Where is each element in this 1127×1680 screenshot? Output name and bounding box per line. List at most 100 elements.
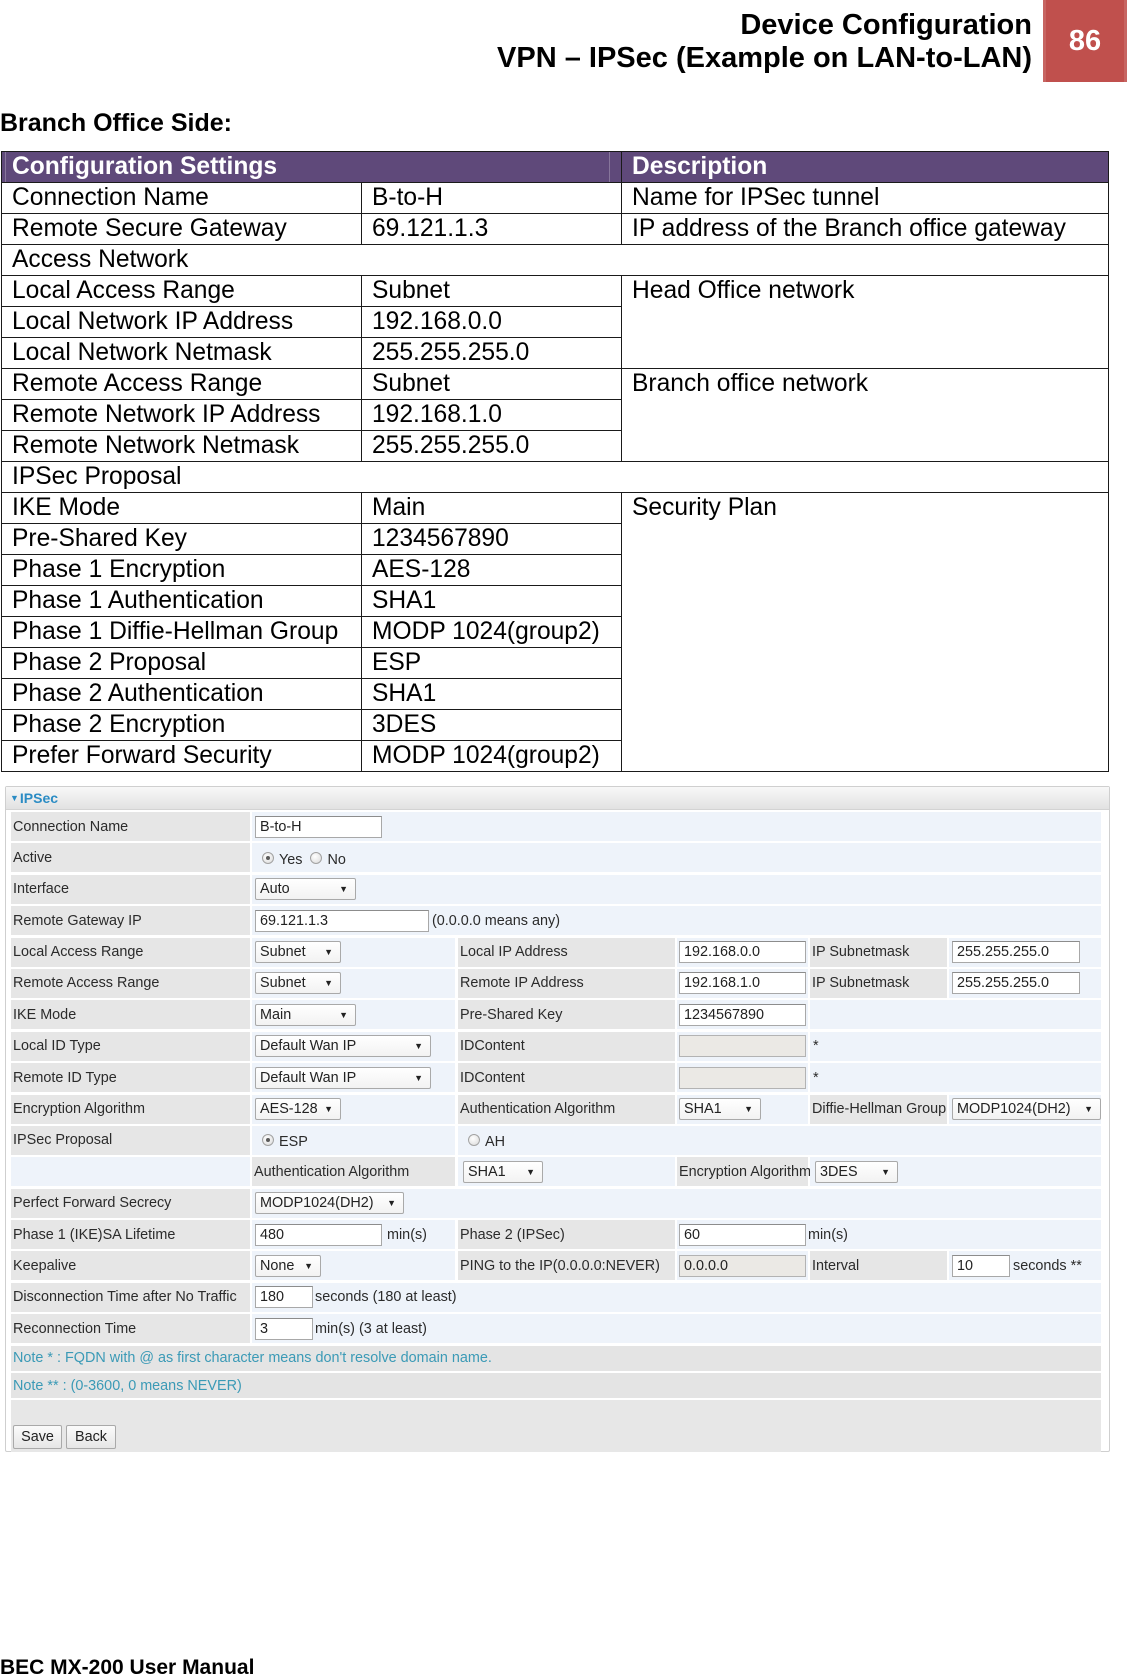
encryption-algorithm-select[interactable]: AES-128 ▼ <box>255 1098 341 1121</box>
configuration-table: Configuration Settings Description Conne… <box>0 151 1110 772</box>
ah-label[interactable]: AH <box>485 1134 505 1150</box>
local-id-type-select[interactable]: Default Wan IP ▼ <box>255 1035 431 1058</box>
local-idcontent-input[interactable] <box>679 1035 806 1058</box>
value-cell: MODP 1024(group2) <box>360 740 623 772</box>
empty-cell <box>11 1157 250 1187</box>
phase1-authentication-select-value: SHA1 <box>684 1101 722 1118</box>
ping-ip-label: PING to the IP(0.0.0.0:NEVER) <box>458 1251 675 1281</box>
local-idcontent-label: IDContent <box>458 1031 675 1061</box>
setting-cell: Phase 1 Diffie-Hellman Group <box>1 616 362 648</box>
dh-group-cell: MODP1024(DH2) ▼ <box>949 1094 1101 1124</box>
phase2-authentication-select-value: SHA1 <box>468 1163 506 1180</box>
interval-label: Interval <box>810 1251 947 1281</box>
value-cell: 1234567890 <box>360 523 623 555</box>
remote-subnetmask-cell <box>949 968 1101 998</box>
setting-cell: Phase 1 Authentication <box>1 585 362 617</box>
section-cell: Access Network <box>0 244 1110 276</box>
keepalive-cell: None ▼ <box>252 1251 455 1281</box>
row-ipsec-proposal: IPSec Proposal ESP AH <box>11 1125 1101 1155</box>
active-no-label[interactable]: No <box>327 852 345 868</box>
dropdown-arrow-icon: ▼ <box>304 1260 313 1271</box>
phase2-lifetime-cell: min(s) <box>677 1220 1101 1250</box>
value-cell: ESP <box>360 647 623 679</box>
ah-radio[interactable] <box>468 1134 480 1147</box>
dropdown-arrow-icon: ▼ <box>324 1104 333 1115</box>
local-id-type-label: Local ID Type <box>11 1031 250 1061</box>
phase2-lifetime-label: Phase 2 (IPSec) <box>458 1220 675 1250</box>
remote-subnetmask-input[interactable] <box>952 972 1080 995</box>
interface-select-value: Auto <box>260 881 290 898</box>
dropdown-arrow-icon: ▼ <box>387 1198 396 1209</box>
ike-mode-select[interactable]: Main ▼ <box>255 1003 356 1026</box>
local-subnetmask-input[interactable] <box>952 941 1080 964</box>
remote-idcontent-input[interactable] <box>679 1066 806 1089</box>
section-cell: IPSec Proposal <box>0 461 1110 493</box>
reconnection-time-input[interactable] <box>255 1317 313 1340</box>
local-subnetmask-label: IP Subnetmask <box>810 937 947 967</box>
active-yes-radio[interactable] <box>262 851 274 864</box>
remote-ip-address-input[interactable] <box>679 972 806 995</box>
ipsec-form: Connection Name Active Yes No Interface … <box>11 812 1101 1453</box>
local-ip-address-input[interactable] <box>679 941 806 964</box>
active-yes-label[interactable]: Yes <box>279 852 302 868</box>
value-cell: AES-128 <box>360 554 623 586</box>
back-button[interactable]: Back <box>66 1425 116 1450</box>
active-no-radio[interactable] <box>310 851 323 864</box>
connection-name-input[interactable] <box>255 815 382 838</box>
local-id-type-select-value: Default Wan IP <box>260 1038 357 1055</box>
row-encryption-algorithm: Encryption Algorithm AES-128 ▼ Authentic… <box>11 1094 1101 1124</box>
phase2-authentication-label: Authentication Algorithm <box>252 1157 455 1187</box>
disconnection-time-input[interactable] <box>255 1286 313 1309</box>
ping-ip-input[interactable] <box>679 1254 806 1277</box>
dropdown-arrow-icon: ▼ <box>339 884 348 895</box>
remote-gateway-ip-input[interactable] <box>255 909 429 932</box>
local-access-range-select-value: Subnet <box>260 944 306 961</box>
keepalive-select[interactable]: None ▼ <box>255 1254 321 1277</box>
dropdown-arrow-icon: ▼ <box>414 1041 423 1052</box>
setting-cell: Remote Secure Gateway <box>1 213 362 245</box>
dh-group-select[interactable]: MODP1024(DH2) ▼ <box>952 1098 1101 1121</box>
description-cell: Head Office network <box>621 275 1110 369</box>
dropdown-arrow-icon: ▼ <box>1084 1104 1093 1115</box>
ipsec-proposal-esp-cell: ESP <box>252 1125 455 1155</box>
description-cell: Security Plan <box>621 492 1110 772</box>
remote-access-range-select[interactable]: Subnet ▼ <box>255 972 341 995</box>
value-cell: SHA1 <box>360 585 623 617</box>
setting-cell: Phase 2 Proposal <box>1 647 362 679</box>
row-perfect-forward-secrecy: Perfect Forward Secrecy MODP1024(DH2) ▼ <box>11 1188 1101 1218</box>
row-keepalive: Keepalive None ▼ PING to the IP(0.0.0.0:… <box>11 1251 1101 1281</box>
esp-radio[interactable] <box>262 1134 274 1147</box>
phase1-lifetime-input[interactable] <box>255 1223 382 1246</box>
row-reconnection-time: Reconnection Time min(s) (3 at least) <box>11 1314 1101 1344</box>
remote-idcontent-label: IDContent <box>458 1063 675 1093</box>
value-cell: 192.168.0.0 <box>360 306 623 338</box>
local-access-range-select[interactable]: Subnet ▼ <box>255 941 341 964</box>
pfs-select[interactable]: MODP1024(DH2) ▼ <box>255 1192 404 1215</box>
save-button[interactable]: Save <box>13 1425 62 1450</box>
remote-id-type-select[interactable]: Default Wan IP ▼ <box>255 1066 431 1089</box>
collapse-arrow-icon[interactable]: ▼ <box>10 793 19 803</box>
phase1-authentication-select[interactable]: SHA1 ▼ <box>679 1098 761 1121</box>
pfs-label: Perfect Forward Secrecy <box>11 1188 250 1218</box>
dh-group-label: Diffie-Hellman Group <box>810 1094 947 1124</box>
pre-shared-key-cell <box>677 1000 808 1030</box>
interval-input[interactable] <box>952 1254 1010 1277</box>
value-cell: 255.255.255.0 <box>360 337 623 369</box>
value-cell: 192.168.1.0 <box>360 399 623 431</box>
esp-label[interactable]: ESP <box>279 1134 308 1150</box>
phase2-lifetime-input[interactable] <box>679 1223 806 1246</box>
phase1-lifetime-label: Phase 1 (IKE)SA Lifetime <box>11 1220 250 1250</box>
ipsec-panel-header[interactable]: ▼IPSec <box>6 787 1109 810</box>
remote-access-range-label: Remote Access Range <box>11 968 250 998</box>
page-number-badge: 86 <box>1043 0 1127 82</box>
button-row: Save Back <box>11 1400 1101 1453</box>
empty-cell <box>810 1000 1101 1030</box>
section-subtitle: VPN – IPSec (Example on LAN-to-LAN) <box>497 42 1032 74</box>
phase2-authentication-select[interactable]: SHA1 ▼ <box>463 1160 543 1183</box>
phase2-encryption-select[interactable]: 3DES ▼ <box>815 1160 898 1183</box>
pre-shared-key-input[interactable] <box>679 1003 806 1026</box>
row-phase2-algorithms: Authentication Algorithm SHA1 ▼ Encrypti… <box>11 1157 1101 1187</box>
remote-ip-address-label: Remote IP Address <box>458 968 675 998</box>
dh-group-select-value: MODP1024(DH2) <box>957 1101 1071 1118</box>
interface-select[interactable]: Auto ▼ <box>255 878 356 901</box>
